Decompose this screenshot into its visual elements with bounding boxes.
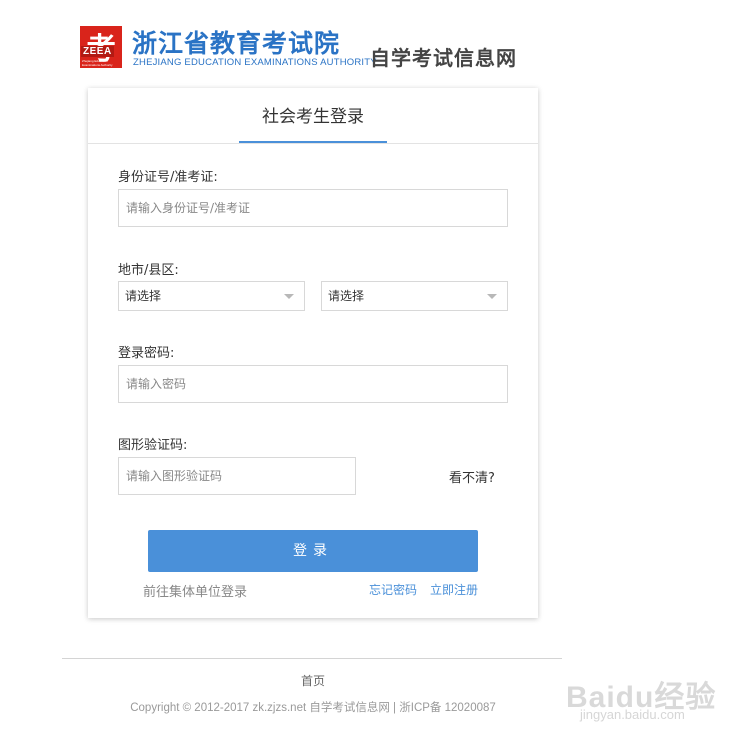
forgot-password-link[interactable]: 忘记密码 <box>369 581 417 598</box>
site-subtitle: ZHEJIANG EDUCATION EXAMINATIONS AUTHORIT… <box>133 57 377 68</box>
district-select[interactable]: 请选择 <box>321 281 508 311</box>
logo-abbr: ZEEA <box>81 46 114 57</box>
footer-divider <box>62 658 562 659</box>
captcha-input[interactable]: 请输入图形验证码 <box>118 457 356 495</box>
id-label: 身份证号/准考证: <box>118 170 218 185</box>
footer-home-link[interactable]: 首页 <box>0 672 626 689</box>
site-title: 浙江省教育考试院 <box>132 29 341 58</box>
captcha-label: 图形验证码: <box>118 438 188 453</box>
chevron-down-icon <box>284 294 294 299</box>
tab-divider <box>88 143 538 144</box>
city-select-value: 请选择 <box>125 289 162 303</box>
region-label: 地市/县区: <box>118 263 179 278</box>
login-button[interactable]: 登录 <box>148 530 478 572</box>
group-login-link[interactable]: 前往集体单位登录 <box>143 581 247 600</box>
logo-subtext: Zhejiang Education Examinations Authorit… <box>82 59 113 67</box>
id-input[interactable]: 请输入身份证号/准考证 <box>118 189 508 227</box>
register-link[interactable]: 立即注册 <box>430 581 478 598</box>
chevron-down-icon <box>487 294 497 299</box>
logo: 考 ZEEA Zhejiang Education Examinations A… <box>80 26 122 68</box>
footer-copyright: Copyright © 2012-2017 zk.zjzs.net 自学考试信息… <box>130 702 496 714</box>
login-card: 社会考生登录 身份证号/准考证: 请输入身份证号/准考证 地市/县区: 请选择 … <box>88 88 538 618</box>
site-name: 自学考试信息网 <box>370 46 517 70</box>
password-label: 登录密码: <box>118 346 175 361</box>
watermark-url: jingyan.baidu.com <box>580 707 685 722</box>
password-input[interactable]: 请输入密码 <box>118 365 508 403</box>
district-select-value: 请选择 <box>328 289 365 303</box>
city-select[interactable]: 请选择 <box>118 281 305 311</box>
tab-social-candidate-login[interactable]: 社会考生登录 <box>88 102 538 127</box>
captcha-refresh-link[interactable]: 看不清? <box>449 467 495 486</box>
